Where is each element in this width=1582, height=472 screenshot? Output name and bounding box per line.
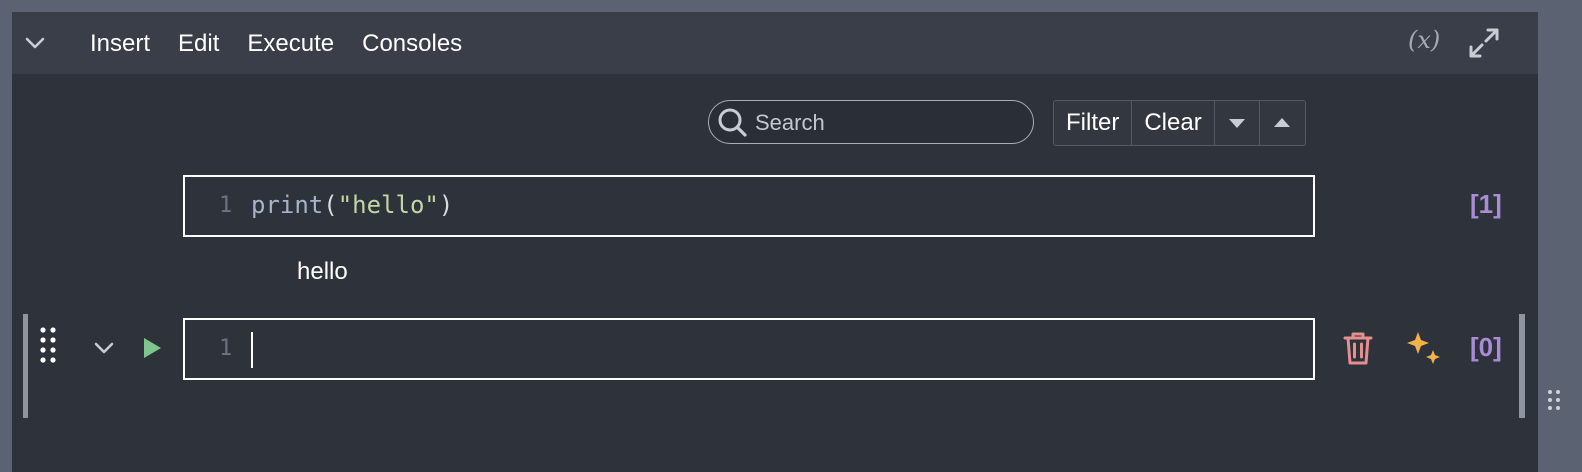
cell-output: hello [297,258,348,285]
code-token-paren: ( [323,191,338,219]
play-icon[interactable] [140,334,164,362]
resize-grip-icon[interactable] [1546,388,1562,418]
menu-bar: Insert Edit Execute Consoles [90,28,490,60]
menu-execute[interactable]: Execute [247,28,334,60]
trash-icon[interactable] [1342,330,1374,366]
code-token-paren: ) [438,191,454,219]
filter-button-group: Filter Clear [1053,100,1306,146]
search-icon [718,108,747,137]
menu-edit[interactable]: Edit [178,28,219,60]
notebook-toolbar: Insert Edit Execute Consoles (x) [12,12,1538,74]
notebook-panel: Insert Edit Execute Consoles (x) Filter … [12,12,1538,472]
active-cell-indicator-right [1519,314,1525,418]
code-cell-input[interactable]: 1 print("hello") [183,175,1315,237]
active-cell-indicator [23,314,28,418]
line-number: 1 [219,193,233,218]
clear-button[interactable]: Clear [1132,101,1215,145]
cell-collapse-chevron-icon[interactable] [92,336,116,360]
sparkles-icon[interactable] [1406,330,1444,368]
triangle-up-icon [1274,118,1291,127]
sort-up-button[interactable] [1259,101,1305,145]
search-field [708,100,1034,144]
sort-down-button[interactable] [1214,101,1260,145]
execution-count: [0] [1470,332,1502,362]
execution-count: [1] [1470,189,1502,219]
menu-insert[interactable]: Insert [90,28,150,60]
search-input[interactable] [753,107,1017,139]
variables-icon[interactable]: (x) [1408,26,1440,54]
text-caret [251,332,253,368]
menu-consoles[interactable]: Consoles [362,28,462,60]
triangle-down-icon [1228,119,1245,128]
expand-icon[interactable] [1467,26,1501,60]
drag-handle-icon[interactable] [38,326,58,366]
code-token-string: "hello" [337,191,439,219]
code-token-function: print [251,191,324,219]
code-cell-input-active[interactable]: 1 [183,318,1315,380]
line-number: 1 [219,336,233,361]
chevron-down-icon[interactable] [24,32,46,54]
filter-button[interactable]: Filter [1054,101,1133,145]
code-line: print("hello") [251,191,453,219]
